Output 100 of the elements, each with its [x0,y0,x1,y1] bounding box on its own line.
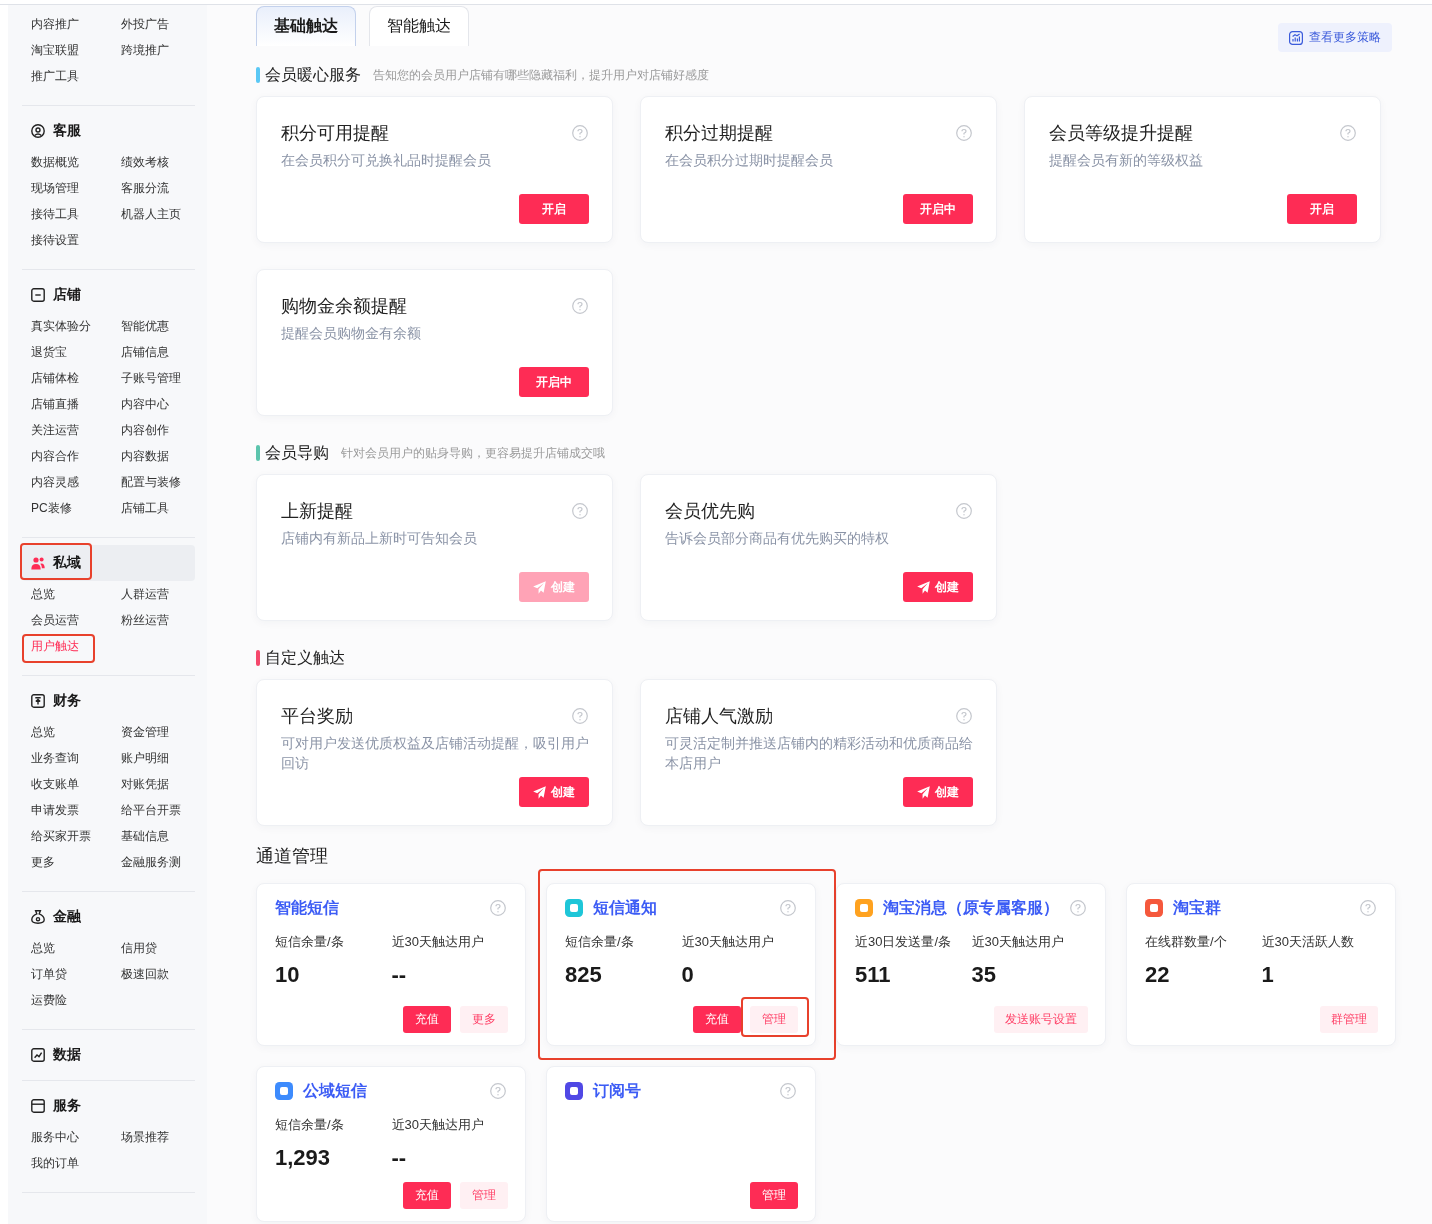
nav-link[interactable]: 给平台开票 [121,797,181,823]
nav-link[interactable]: 极速回款 [121,961,169,987]
nav-link[interactable]: 内容推广 [31,11,79,37]
nav-link[interactable]: 对账凭据 [121,771,169,797]
nav-link[interactable]: 接待设置 [31,227,79,253]
action-button[interactable]: 创建 [903,572,973,602]
nav-link[interactable]: 店铺直播 [31,391,79,417]
nav-link[interactable]: 粉丝运营 [121,607,169,633]
channel-title[interactable]: 订阅号 [593,1080,641,1102]
nav-link[interactable]: 给买家开票 [31,823,91,849]
help-icon[interactable] [572,298,588,314]
channel-button[interactable]: 充值 [403,1182,451,1209]
channel-button[interactable]: 充值 [403,1006,451,1033]
nav-link[interactable]: 服务中心 [31,1124,79,1150]
nav-link[interactable]: 退货宝 [31,339,67,365]
nav-link[interactable]: 淘宝联盟 [31,37,79,63]
help-icon[interactable] [780,1083,796,1099]
nav-link[interactable]: 场景推荐 [121,1124,169,1150]
nav-link[interactable]: 机器人主页 [121,201,181,227]
nav-link[interactable]: 人群运营 [121,581,169,607]
stat-label: 近30天触达用户 [971,933,1064,951]
help-icon[interactable] [780,900,796,916]
nav-link[interactable]: 店铺工具 [121,495,169,521]
channel-title[interactable]: 淘宝群 [1173,897,1221,919]
nav-link[interactable]: 客服分流 [121,175,169,201]
nav-link[interactable]: 总览 [31,581,55,607]
nav-link[interactable]: 内容合作 [31,443,79,469]
user-circle-icon [31,124,45,138]
tab[interactable]: 智能触达 [369,6,469,46]
nav-link[interactable]: 店铺体检 [31,365,79,391]
nav-link[interactable]: 收支账单 [31,771,79,797]
nav-link[interactable]: 总览 [31,935,55,961]
help-icon[interactable] [572,125,588,141]
nav-link[interactable]: 真实体验分 [31,313,91,339]
nav-link[interactable]: 订单贷 [31,961,67,987]
nav-link[interactable]: 更多 [31,849,55,875]
nav-link[interactable]: 内容数据 [121,443,169,469]
action-button[interactable]: 开启中 [903,194,973,224]
help-icon[interactable] [956,125,972,141]
nav-link[interactable]: 子账号管理 [121,365,181,391]
action-button[interactable]: 创建 [519,777,589,807]
help-icon[interactable] [956,503,972,519]
nav-link[interactable]: 跨境推广 [121,37,169,63]
nav-link[interactable]: 智能优惠 [121,313,169,339]
nav-link[interactable]: 配置与装修 [121,469,181,495]
channel-button[interactable]: 管理 [750,1182,798,1209]
stat-label: 近30天触达用户 [681,933,774,951]
nav-link[interactable]: PC装修 [31,495,72,521]
action-button[interactable]: 开启中 [519,367,589,397]
nav-link[interactable]: 接待工具 [31,201,79,227]
nav-link[interactable]: 账户明细 [121,745,169,771]
help-icon[interactable] [956,708,972,724]
nav-link[interactable]: 现场管理 [31,175,79,201]
nav-group-header[interactable]: 数据 [31,1044,81,1066]
nav-group-header[interactable]: 店铺 [31,284,81,306]
channel-title[interactable]: 淘宝消息（原专属客服） [883,897,1059,919]
nav-link[interactable]: 基础信息 [121,823,169,849]
channel-button[interactable]: 充值 [693,1006,741,1033]
action-button[interactable]: 创建 [903,777,973,807]
tab[interactable]: 基础触达 [256,6,356,46]
square-minus-icon [31,288,45,302]
nav-group-header[interactable]: 财务 [31,690,81,712]
nav-link[interactable]: 数据概览 [31,149,79,175]
stat-value: -- [391,961,407,989]
channel-title[interactable]: 公域短信 [303,1080,367,1102]
action-button[interactable]: 开启 [519,194,589,224]
help-icon[interactable] [572,708,588,724]
action-button[interactable]: 开启 [1287,194,1357,224]
nav-link[interactable]: 推广工具 [31,63,79,89]
help-icon[interactable] [572,503,588,519]
help-icon[interactable] [1340,125,1356,141]
nav-link[interactable]: 内容创作 [121,417,169,443]
nav-link[interactable]: 用户触达 [31,633,79,659]
nav-link[interactable]: 关注运营 [31,417,79,443]
nav-link[interactable]: 运费险 [31,987,67,1013]
help-icon[interactable] [490,1083,506,1099]
more-strategies-button[interactable]: 查看更多策略 [1278,23,1392,52]
help-icon[interactable] [1070,900,1086,916]
channel-title[interactable]: 智能短信 [275,897,339,919]
help-icon[interactable] [490,900,506,916]
nav-link[interactable]: 业务查询 [31,745,79,771]
nav-link[interactable]: 绩效考核 [121,149,169,175]
nav-group-header[interactable]: 客服 [31,120,81,142]
nav-link[interactable]: 外投广告 [121,11,169,37]
nav-link[interactable]: 总览 [31,719,55,745]
nav-group-header[interactable]: 金融 [31,906,81,928]
nav-link[interactable]: 信用贷 [121,935,157,961]
nav-link[interactable]: 申请发票 [31,797,79,823]
nav-group-header[interactable]: 服务 [31,1095,81,1117]
nav-link[interactable]: 我的订单 [31,1150,79,1176]
nav-link[interactable]: 金融服务测 [121,849,181,875]
nav-link[interactable]: 资金管理 [121,719,169,745]
nav-group-header[interactable]: 私域 [22,545,195,581]
nav-link[interactable]: 内容灵感 [31,469,79,495]
nav-link[interactable]: 店铺信息 [121,339,169,365]
channel-title[interactable]: 短信通知 [593,897,657,919]
nav-link[interactable]: 会员运营 [31,607,79,633]
help-icon[interactable] [1360,900,1376,916]
nav-link[interactable]: 内容中心 [121,391,169,417]
stat-value: 511 [855,961,891,989]
